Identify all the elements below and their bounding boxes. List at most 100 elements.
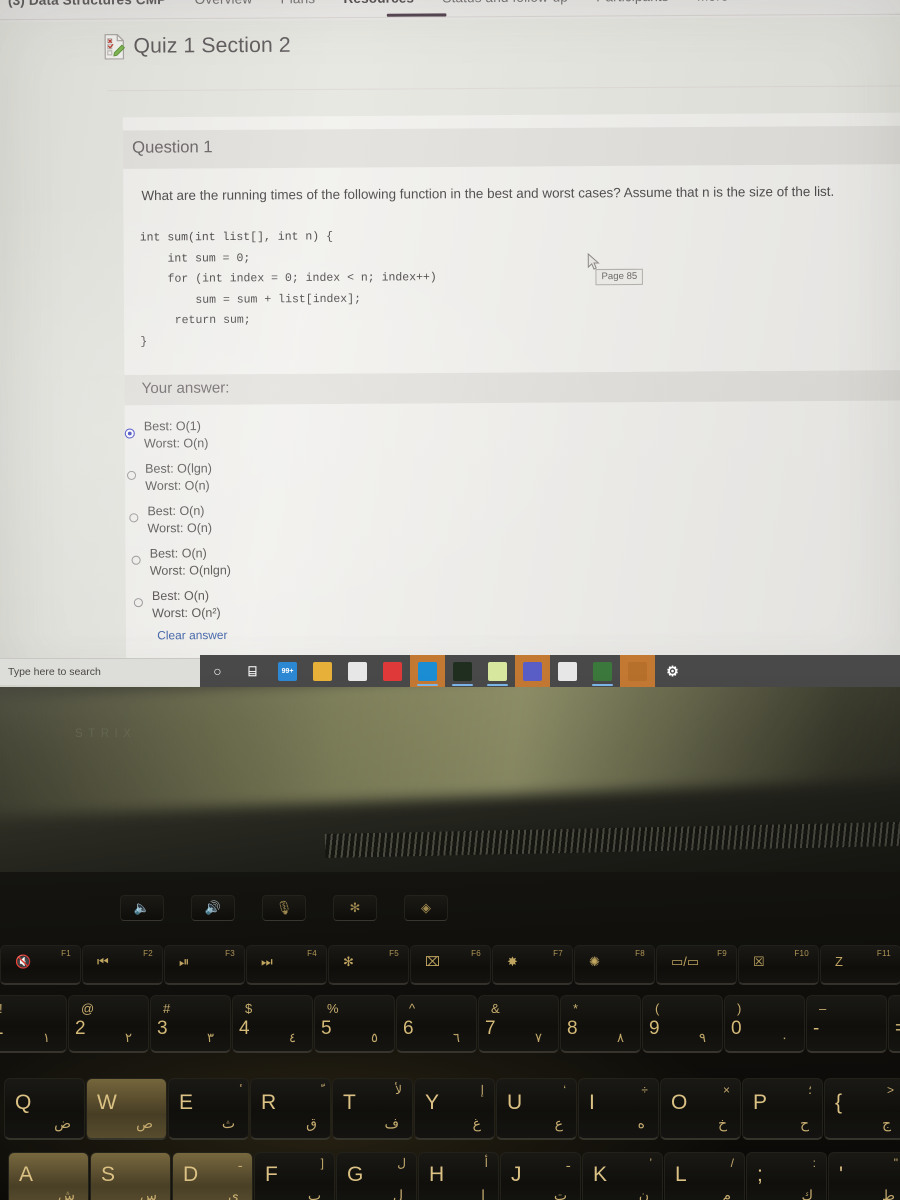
key-semicolon[interactable]: :; ك (746, 1152, 827, 1200)
nav-tab-overview[interactable]: Overview (180, 0, 266, 7)
key-3[interactable]: #3 ٣ (150, 995, 231, 1053)
key-g[interactable]: ل G ل (336, 1152, 417, 1200)
key-8[interactable]: * 8 ٨ (560, 995, 641, 1053)
media-player-icon[interactable] (620, 655, 655, 687)
key-equals[interactable]: += (888, 995, 900, 1053)
key-quote[interactable]: " ' ط (828, 1152, 900, 1200)
key-7[interactable]: & 7 ٧ (478, 995, 559, 1053)
key-arabic-label: ٥ (371, 1030, 378, 1045)
key-4[interactable]: $4 ٤ (232, 995, 313, 1053)
key-main-label: G (347, 1163, 364, 1186)
key-fn-label: F6 (471, 949, 481, 958)
key-u[interactable]: ‘ U ع (496, 1078, 577, 1140)
key-1[interactable]: ! 1 ١ (0, 995, 67, 1053)
photos-app-icon[interactable]: 99+ (270, 655, 305, 687)
volume-down-key[interactable]: 🔈 (120, 895, 164, 921)
key-r[interactable]: ّRق (250, 1078, 331, 1140)
key-fn-label: F8 (635, 949, 645, 958)
key-d[interactable]: ـ D ي (172, 1152, 253, 1200)
key-glyph: ✸ (507, 954, 518, 969)
key-q[interactable]: Qض (4, 1078, 85, 1140)
key-s[interactable]: Sس (90, 1152, 171, 1200)
key-p[interactable]: ؛ P ح (742, 1078, 823, 1140)
f1-mute-key[interactable]: 🔇 F1 (0, 945, 81, 985)
f7-brightness-down-key[interactable]: ✸ F7 (492, 945, 573, 985)
answer-option-5[interactable]: Best: O(n) Worst: O(n²) (133, 585, 550, 630)
key-fn-label: F2 (143, 949, 153, 958)
key-w[interactable]: Wص (86, 1078, 167, 1140)
microsoft-teams-icon[interactable] (515, 655, 550, 687)
eclipse-ide-icon (593, 661, 612, 681)
key-l[interactable]: / L م (664, 1152, 745, 1200)
key-minus[interactable]: – - (806, 995, 887, 1053)
nav-tab-participants[interactable]: Participants (582, 0, 683, 5)
f10-camera-off-key[interactable]: ☒ F10 (738, 945, 819, 985)
nav-tab-plans[interactable]: Plans (266, 0, 329, 6)
nav-tab-3-data-structures-cmp[interactable]: (3) Data Structures CMP (0, 0, 181, 8)
key-arabic-label: ف (384, 1115, 399, 1131)
radio-button-5[interactable] (133, 598, 143, 608)
task-view-icon[interactable]: ⌸ (235, 655, 270, 687)
google-chrome-icon[interactable] (550, 655, 585, 687)
nav-tab-more[interactable]: More▼ (683, 0, 754, 6)
mic-mute-key[interactable]: 🎙 (262, 895, 306, 921)
key-y[interactable]: إ Y غ (414, 1078, 495, 1140)
key-a[interactable]: Aش (8, 1152, 89, 1200)
key-shift-label: ^ (409, 1001, 416, 1016)
opera-browser-icon[interactable] (375, 655, 410, 687)
volume-up-key[interactable]: 🔊 (191, 895, 235, 921)
radio-button-3[interactable] (129, 513, 139, 523)
microsoft-store-icon[interactable] (340, 655, 375, 687)
cortana-icon[interactable]: ○ (200, 655, 235, 687)
key-0[interactable]: ) 0 ٠ (724, 995, 805, 1053)
key-j[interactable]: ـ J ت (500, 1152, 581, 1200)
key-f[interactable]: ] F ب (254, 1152, 335, 1200)
answer-option-4[interactable]: Best: O(n) Worst: O(nlgn) (131, 543, 549, 588)
key-e[interactable]: ٔEث (168, 1078, 249, 1140)
fan-boost-key[interactable]: ✻ (333, 895, 377, 921)
f9-display-switch-key[interactable]: ▭/▭ F9 (656, 945, 737, 985)
key-o[interactable]: × O خ (660, 1078, 741, 1140)
nav-tab-label: Overview (195, 0, 253, 7)
key-h[interactable]: أ H ا (418, 1152, 499, 1200)
eclipse-ide-icon[interactable] (585, 655, 620, 687)
f2-prev-track-key[interactable]: ⏮ F2 (82, 945, 163, 985)
bezel-glare (0, 687, 900, 819)
running-indicator (452, 684, 473, 686)
file-explorer-icon[interactable] (305, 655, 340, 687)
nav-tab-resources[interactable]: Resources (329, 0, 428, 6)
key-6[interactable]: ^ 6 ٦ (396, 995, 477, 1053)
key-bracket-left[interactable]: > {ج (824, 1078, 900, 1140)
key-i[interactable]: ÷ I ه (578, 1078, 659, 1140)
f3-play-pause-key[interactable]: ⏯ F3 (164, 945, 245, 985)
nav-tab-status-and-follow-up[interactable]: Status and follow-up (428, 0, 582, 5)
radio-button-2[interactable] (126, 470, 137, 480)
answer-option-3[interactable]: Best: O(n) Worst: O(n) (129, 501, 549, 546)
key-t[interactable]: لأ T ف (332, 1078, 413, 1140)
key-k[interactable]: ’ K ن (582, 1152, 663, 1200)
radio-button-4[interactable] (131, 555, 141, 565)
f4-next-track-key[interactable]: ⏭ F4 (246, 945, 327, 985)
key-arabic-label: ٤ (289, 1030, 296, 1045)
search-input[interactable]: Type here to search (0, 657, 200, 685)
key-2[interactable]: @2 ٢ (68, 995, 149, 1053)
key-fn-label: F7 (553, 949, 563, 958)
answer-option-1[interactable]: Best: O(1) Worst: O(n) (124, 416, 549, 461)
answer-options-list: Best: O(1) Worst: O(n) Best: O(lgn) Worst… (124, 416, 551, 643)
key-5[interactable]: % 5 ٥ (314, 995, 395, 1053)
f5-fan-key[interactable]: ✻ F5 (328, 945, 409, 985)
rog-armoury-key[interactable]: ◈ (404, 895, 448, 921)
f8-brightness-up-key[interactable]: ✺ F8 (574, 945, 655, 985)
key-9[interactable]: (9 ٩ (642, 995, 723, 1053)
code-editor-icon[interactable] (445, 655, 480, 687)
clear-answer-link[interactable]: Clear answer (157, 626, 550, 643)
f6-screen-off-key[interactable]: ⌧ F6 (410, 945, 491, 985)
microsoft-edge-icon[interactable] (410, 655, 445, 687)
quiz-document-icon (103, 34, 126, 60)
answer-option-2[interactable]: Best: O(lgn) Worst: O(n) (126, 458, 549, 503)
settings-gear-icon[interactable]: ⚙ (655, 655, 690, 687)
f11-sleep-key[interactable]: Z F11 (820, 945, 900, 985)
paint-app-icon[interactable] (480, 655, 515, 687)
photos-app-icon: 99+ (278, 661, 297, 681)
radio-button-1[interactable] (124, 428, 135, 439)
